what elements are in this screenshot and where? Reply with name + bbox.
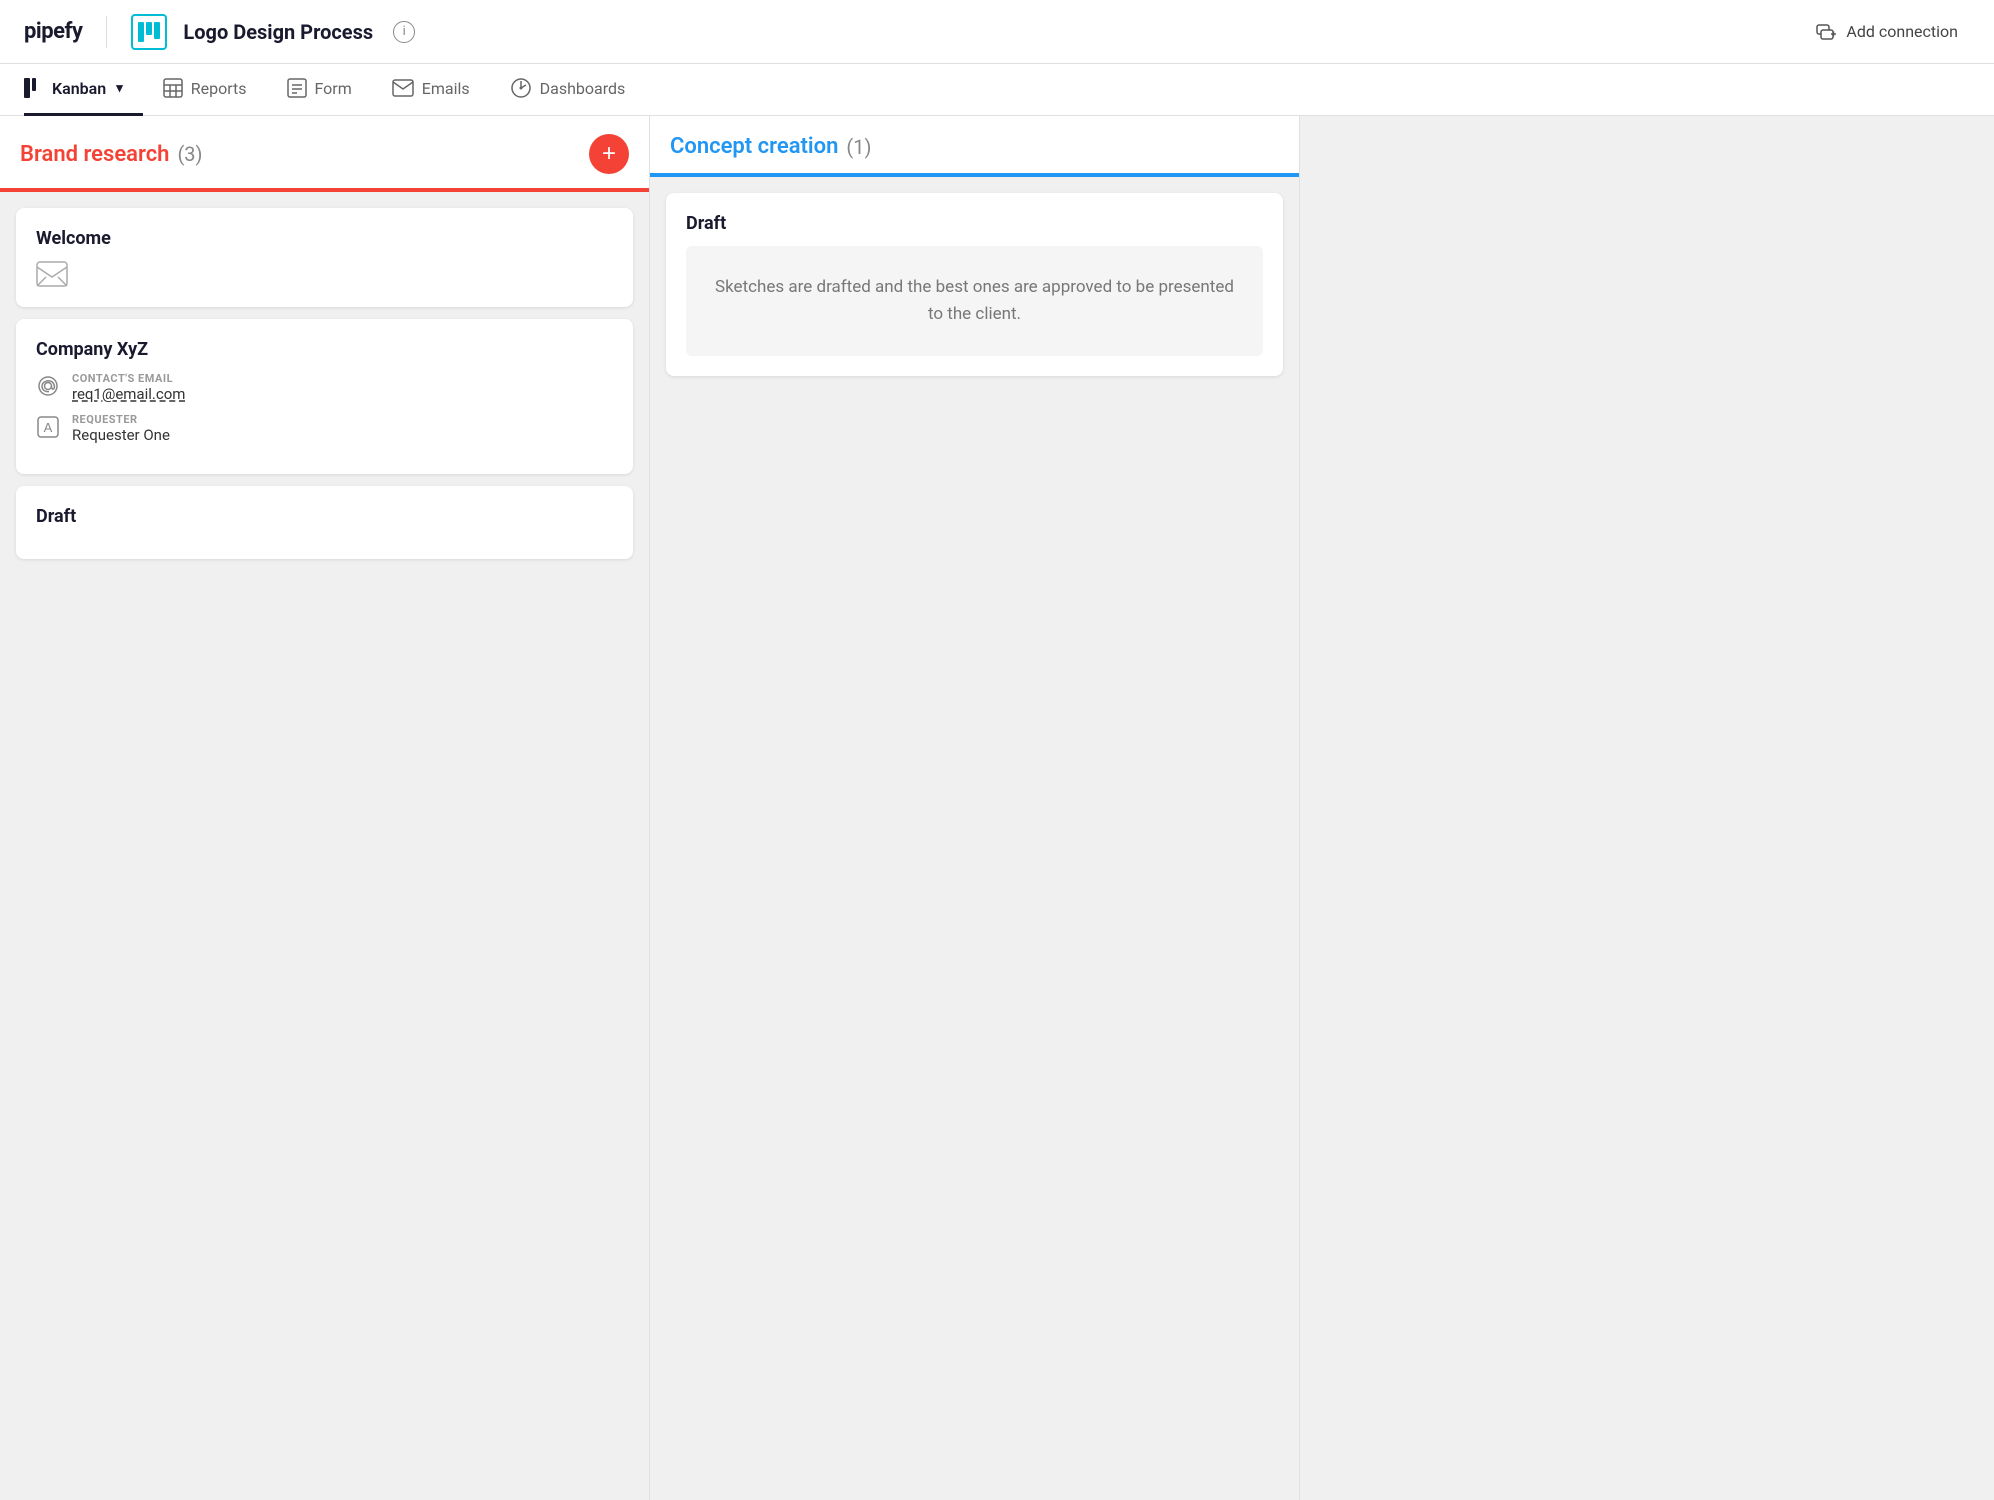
person-icon: A <box>36 415 60 439</box>
add-connection-icon <box>1816 21 1838 43</box>
cards-container-concept-creation: Draft Sketches are drafted and the best … <box>650 177 1299 1500</box>
column-title-brand-research: Brand research <box>20 142 169 167</box>
column-header-brand-research: Brand research (3) + <box>0 116 649 192</box>
column-header-concept-creation: Concept creation (1) <box>650 116 1299 177</box>
card-field-email: CONTACT'S EMAIL req1@email.com <box>36 372 613 403</box>
pipe-title: Logo Design Process <box>183 20 373 44</box>
column-brand-research: Brand research (3) + Welcome <box>0 116 650 1500</box>
field-value-email: req1@email.com <box>72 385 185 403</box>
column-title-concept-creation: Concept creation <box>670 134 838 159</box>
dashboards-icon <box>510 77 532 99</box>
tab-kanban[interactable]: Kanban ▾ <box>24 64 143 116</box>
card-title-company-xyz: Company XyZ <box>36 339 613 360</box>
card-description-draft-concept: Sketches are drafted and the best ones a… <box>686 246 1263 356</box>
field-label-email: CONTACT'S EMAIL <box>72 372 185 385</box>
tab-form[interactable]: Form <box>267 64 372 116</box>
card-envelope-icon <box>36 261 613 287</box>
kanban-board: Brand research (3) + Welcome <box>0 116 1994 1500</box>
card-draft-concept[interactable]: Draft Sketches are drafted and the best … <box>666 193 1283 376</box>
tab-kanban-label: Kanban <box>52 79 106 98</box>
at-icon <box>36 374 60 398</box>
card-welcome[interactable]: Welcome <box>16 208 633 307</box>
card-company-xyz[interactable]: Company XyZ CONTACT'S EMAIL req1@email.c… <box>16 319 633 474</box>
svg-text:A: A <box>44 420 53 435</box>
emails-icon <box>392 79 414 97</box>
chevron-down-icon: ▾ <box>116 81 123 96</box>
field-content-requester: REQUESTER Requester One <box>72 413 170 444</box>
cards-container-brand-research: Welcome Company XyZ <box>0 192 649 1500</box>
tab-emails-label: Emails <box>422 79 470 98</box>
field-label-requester: REQUESTER <box>72 413 170 426</box>
card-title-draft-brand: Draft <box>36 506 613 527</box>
add-connection-button[interactable]: Add connection <box>1804 15 1970 49</box>
field-content-email: CONTACT'S EMAIL req1@email.com <box>72 372 185 403</box>
tab-dashboards-label: Dashboards <box>540 79 626 98</box>
field-value-requester: Requester One <box>72 426 170 444</box>
kanban-icon <box>24 78 44 98</box>
tab-emails[interactable]: Emails <box>372 64 490 116</box>
nav-divider <box>106 16 107 48</box>
column-count-concept-creation: (1) <box>846 135 871 159</box>
form-icon <box>287 78 307 98</box>
column-concept-creation: Concept creation (1) Draft Sketches are … <box>650 116 1300 1500</box>
tab-reports[interactable]: Reports <box>143 64 267 116</box>
tab-reports-label: Reports <box>191 79 247 98</box>
add-connection-label: Add connection <box>1846 22 1958 41</box>
column-count-brand-research: (3) <box>177 142 202 166</box>
tab-form-label: Form <box>315 79 352 98</box>
top-nav: pipefy Logo Design Process i Add connect… <box>0 0 1994 64</box>
tab-dashboards[interactable]: Dashboards <box>490 64 646 116</box>
pipe-board-icon <box>131 14 167 50</box>
card-title-draft-concept: Draft <box>686 213 1263 234</box>
card-draft-brand[interactable]: Draft <box>16 486 633 559</box>
card-title-welcome: Welcome <box>36 228 613 249</box>
add-card-button-brand-research[interactable]: + <box>589 134 629 174</box>
tab-bar: Kanban ▾ Reports Form <box>0 64 1994 116</box>
info-icon[interactable]: i <box>393 21 415 43</box>
card-field-requester: A REQUESTER Requester One <box>36 413 613 444</box>
reports-icon <box>163 78 183 98</box>
logo: pipefy <box>24 19 82 44</box>
